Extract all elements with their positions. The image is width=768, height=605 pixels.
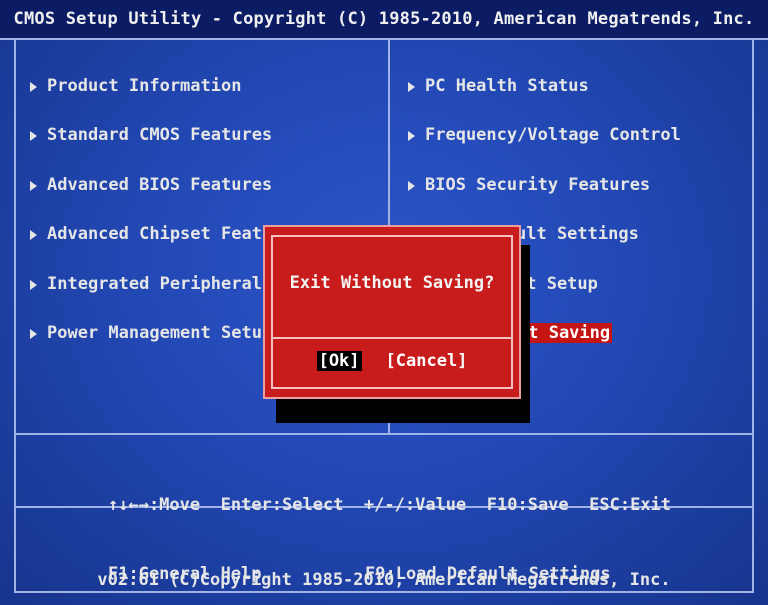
arrow-right-icon	[408, 180, 415, 191]
key-help-row-1: ↑↓←→:Move Enter:Select +/-/:Value F10:Sa…	[108, 494, 671, 517]
menu-item-bios-security-features[interactable]: BIOS Security Features	[408, 175, 681, 224]
menu-item-label: Frequency/Voltage Control	[425, 125, 681, 146]
exit-confirm-dialog: Exit Without Saving? [Ok] [Cancel]	[263, 225, 521, 399]
menu-item-standard-cmos-features[interactable]: Standard CMOS Features	[30, 125, 272, 174]
menu-item-label-selected: ut Saving	[516, 322, 613, 343]
menu-item-power-management-setup[interactable]: Power Management Setup	[30, 323, 272, 372]
title-bar: CMOS Setup Utility - Copyright (C) 1985-…	[0, 0, 768, 40]
arrow-right-icon	[30, 180, 37, 191]
dialog-question: Exit Without Saving?	[289, 273, 495, 293]
menu-item-advanced-chipset-features[interactable]: Advanced Chipset Featu	[30, 224, 272, 273]
menu-item-label: Power Management Setup	[47, 322, 273, 343]
key-help-select: Enter:Select	[220, 495, 344, 515]
version-footer: v02.61 (C)Copyright 1985-2010, American …	[97, 570, 671, 590]
frame-right-border	[752, 40, 754, 593]
key-help-value: +/-/:Value	[363, 495, 467, 515]
arrow-right-icon	[30, 279, 37, 290]
cancel-button[interactable]: [Cancel]	[386, 351, 468, 371]
arrow-right-icon	[30, 230, 37, 241]
menu-item-label: BIOS Security Features	[425, 174, 651, 195]
menu-item-pc-health-status[interactable]: PC Health Status	[408, 76, 681, 125]
dialog-separator	[273, 337, 511, 339]
menu-item-label: Advanced Chipset Featu	[47, 224, 273, 245]
dialog-button-row: [Ok] [Cancel]	[273, 351, 511, 371]
arrow-right-icon	[408, 131, 415, 142]
menu-item-label: ult Settings	[516, 224, 639, 245]
menu-item-integrated-peripherals[interactable]: Integrated Peripherals	[30, 274, 272, 323]
menu-item-product-information[interactable]: Product Information	[30, 76, 272, 125]
key-help-move: ↑↓←→:Move	[108, 495, 201, 515]
menu-item-advanced-bios-features[interactable]: Advanced BIOS Features	[30, 175, 272, 224]
menu-item-label: PC Health Status	[425, 76, 589, 96]
menu-help-divider	[14, 433, 754, 435]
arrow-right-icon	[30, 328, 37, 339]
frame-left-border	[14, 40, 16, 593]
dialog-inner-frame: Exit Without Saving? [Ok] [Cancel]	[271, 235, 513, 389]
arrow-right-icon	[30, 82, 37, 92]
menu-item-label: Product Information	[47, 76, 242, 96]
menu-item-label: Standard CMOS Features	[47, 125, 273, 146]
key-help-exit: ESC:Exit	[589, 495, 672, 515]
menu-left-column: Product Information Standard CMOS Featur…	[30, 76, 272, 372]
menu-item-label: Advanced BIOS Features	[47, 174, 273, 195]
menu-item-label: Integrated Peripherals	[47, 273, 273, 294]
bios-screen: CMOS Setup Utility - Copyright (C) 1985-…	[0, 0, 768, 605]
ok-button[interactable]: [Ok]	[316, 351, 362, 371]
arrow-right-icon	[408, 82, 415, 92]
menu-item-frequency-voltage-control[interactable]: Frequency/Voltage Control	[408, 125, 681, 174]
arrow-right-icon	[30, 131, 37, 142]
key-help-save: F10:Save	[486, 495, 569, 515]
